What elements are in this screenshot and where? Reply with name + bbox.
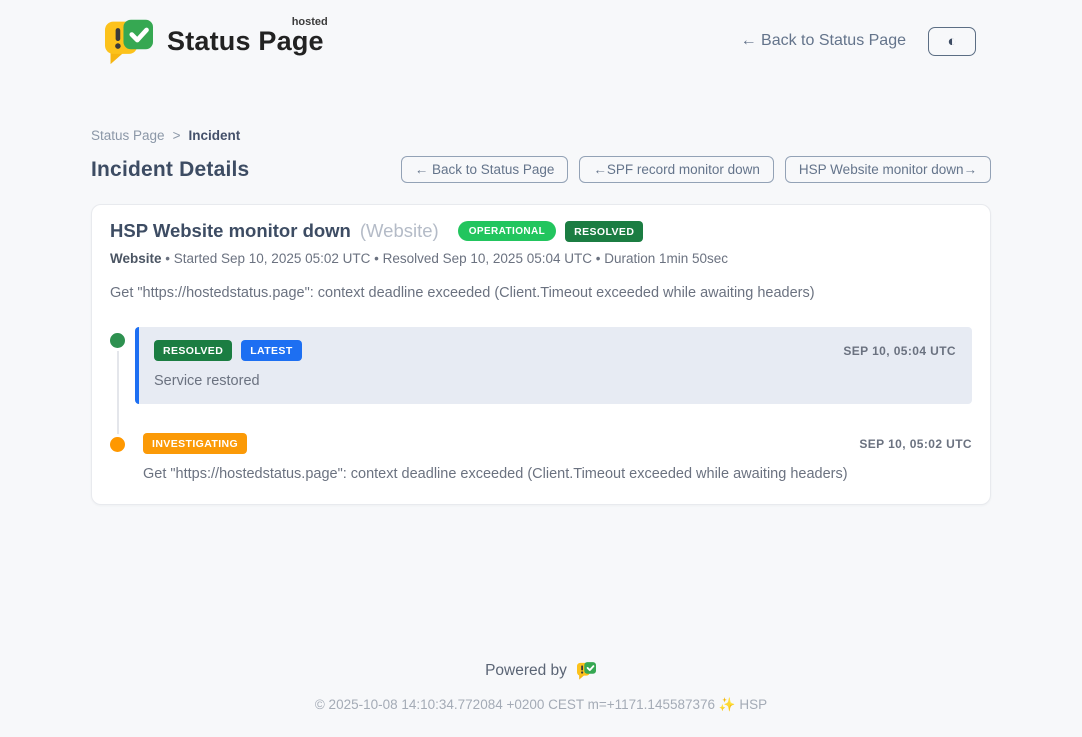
timeline-entry-highlight: RESOLVED LATEST SEP 10, 05:04 UTC Servic…: [135, 327, 972, 404]
copyright-text: © 2025-10-08 14:10:34.772084 +0200 CEST …: [315, 697, 715, 712]
hosted-badge: hosted: [292, 16, 328, 28]
timeline-entry-investigating: INVESTIGATING SEP 10, 05:02 UTC Get "htt…: [110, 431, 972, 482]
timeline-timestamp: SEP 10, 05:02 UTC: [859, 437, 972, 451]
incident-nav-buttons: ← Back to Status Page ←SPF record monito…: [401, 156, 991, 183]
timeline-entry-badges: INVESTIGATING: [143, 433, 247, 454]
operational-status-badge: OPERATIONAL: [458, 221, 556, 241]
incident-description: Get "https://hostedstatus.page": context…: [110, 285, 972, 301]
timeline-message: Service restored: [154, 373, 956, 389]
title-row: Incident Details ← Back to Status Page ←…: [91, 156, 991, 183]
timeline-entry-badges: RESOLVED LATEST: [154, 340, 302, 361]
monitor-name: Website: [110, 251, 162, 266]
page-footer: Powered by © 2025-10-08 14:10:34.772084 …: [0, 661, 1082, 737]
resolved-state-badge: RESOLVED: [565, 221, 643, 242]
orange-dot-icon: [110, 437, 125, 452]
copyright-suffix: HSP: [739, 697, 767, 712]
latest-badge: LATEST: [241, 340, 301, 361]
timeline-entry-head: INVESTIGATING SEP 10, 05:02 UTC: [143, 433, 972, 454]
incident-card-header: HSP Website monitor down (Website) OPERA…: [110, 220, 972, 242]
back-to-status-page-button[interactable]: ← Back to Status Page: [401, 156, 569, 183]
timeline-timestamp: SEP 10, 05:04 UTC: [843, 344, 956, 358]
header-actions: ← Back to Status Page ◐: [741, 27, 976, 56]
breadcrumb-separator: >: [173, 128, 181, 143]
powered-by-link[interactable]: Powered by: [485, 661, 597, 680]
half-circle-icon: ◐: [947, 34, 956, 49]
brand[interactable]: Status Page hosted: [103, 17, 324, 65]
status-page-logo-icon: [103, 17, 155, 65]
powered-by-label: Powered by: [485, 662, 567, 680]
logo-text: Status Page hosted: [167, 26, 324, 57]
resolved-badge: RESOLVED: [154, 340, 232, 361]
timeline-entry-resolved: RESOLVED LATEST SEP 10, 05:04 UTC Servic…: [110, 327, 972, 404]
incident-card: HSP Website monitor down (Website) OPERA…: [91, 204, 991, 505]
status-page-mini-logo-icon: [576, 661, 597, 680]
incident-timeline: RESOLVED LATEST SEP 10, 05:04 UTC Servic…: [110, 327, 972, 482]
incident-meta-details: • Started Sep 10, 2025 05:02 UTC • Resol…: [162, 251, 729, 266]
page-title: Incident Details: [91, 158, 249, 182]
timeline-entry-plain: INVESTIGATING SEP 10, 05:02 UTC Get "htt…: [135, 431, 972, 482]
incident-meta: Website • Started Sep 10, 2025 05:02 UTC…: [110, 251, 972, 266]
breadcrumb-incident: Incident: [188, 128, 240, 143]
incident-subtitle: (Website): [360, 220, 439, 242]
green-dot-icon: [110, 333, 125, 348]
top-header: Status Page hosted ← Back to Status Page…: [76, 0, 1006, 76]
header-back-link[interactable]: ← Back to Status Page: [741, 32, 906, 50]
prev-incident-button[interactable]: ←SPF record monitor down: [579, 156, 774, 183]
main-content: Status Page > Incident Incident Details …: [91, 76, 991, 505]
next-incident-button[interactable]: HSP Website monitor down→: [785, 156, 991, 183]
copyright-line: © 2025-10-08 14:10:34.772084 +0200 CEST …: [0, 697, 1082, 713]
breadcrumb: Status Page > Incident: [91, 128, 991, 143]
timeline-message: Get "https://hostedstatus.page": context…: [143, 466, 972, 482]
breadcrumb-status-page[interactable]: Status Page: [91, 128, 165, 143]
investigating-badge: INVESTIGATING: [143, 433, 247, 454]
sparkles-icon: ✨: [719, 697, 736, 712]
incident-title: HSP Website monitor down: [110, 220, 351, 242]
timeline-entry-head: RESOLVED LATEST SEP 10, 05:04 UTC: [154, 340, 956, 361]
theme-toggle-button[interactable]: ◐: [928, 27, 976, 56]
